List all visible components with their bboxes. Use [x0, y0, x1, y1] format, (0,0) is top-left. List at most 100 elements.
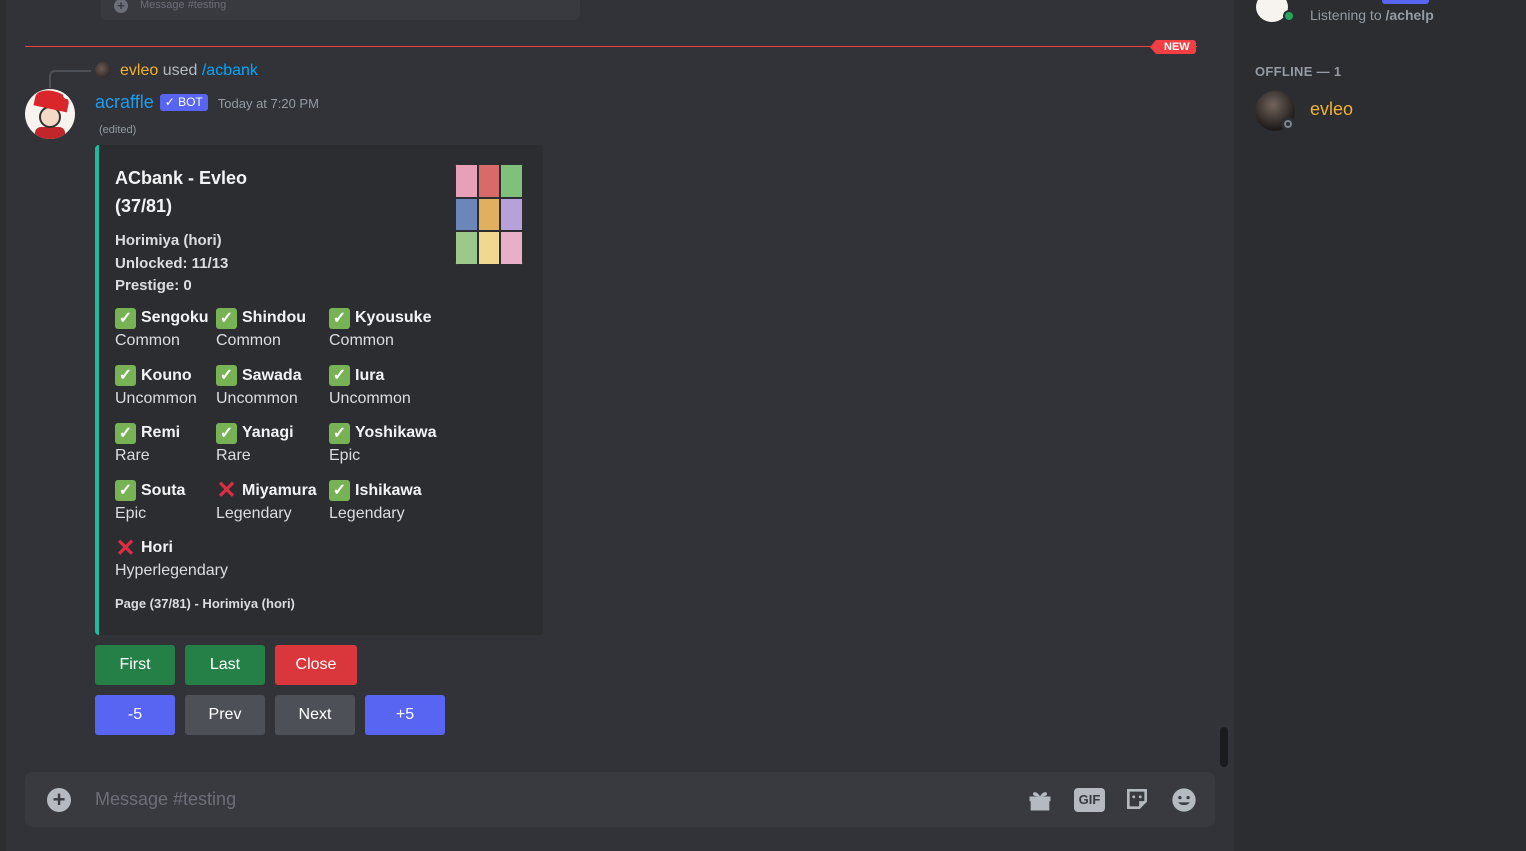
reply-used-text: used: [162, 62, 198, 79]
last-button[interactable]: Last: [185, 645, 265, 685]
check-icon: ✓: [329, 422, 350, 444]
embed-footer: Page (37/81) - Horimiya (hori): [115, 596, 295, 611]
command-reply-line: evleo used /acbank: [120, 61, 258, 81]
emoji-icon[interactable]: [1170, 786, 1198, 814]
edited-label: (edited): [99, 124, 137, 136]
online-status-icon: [1283, 10, 1295, 22]
new-messages-divider: [25, 46, 1197, 47]
character-name: Kyousuke: [355, 309, 432, 326]
character-entry: ✓ Kouno Uncommon: [115, 365, 230, 408]
character-entry: ✓ Remi Rare: [115, 422, 230, 465]
gift-icon[interactable]: [1026, 786, 1054, 814]
author-name[interactable]: acraffle: [95, 91, 154, 113]
character-name: Shindou: [242, 309, 306, 326]
cross-icon: ✕: [216, 477, 237, 504]
embed-thumbnail[interactable]: [455, 164, 523, 265]
reply-spine: [49, 70, 91, 88]
check-icon: ✓: [329, 307, 350, 329]
character-entry: ✓ Iura Uncommon: [329, 365, 444, 408]
character-rarity: Common: [115, 332, 180, 349]
reply-username[interactable]: evleo: [120, 62, 158, 79]
check-icon: ✓: [115, 480, 136, 501]
character-name: Souta: [141, 481, 186, 499]
message-input[interactable]: Message #testing: [95, 789, 236, 810]
chat-area: + Message #testing NEW evleo used /acban…: [0, 0, 1234, 851]
member-activity: Listening to /achelp: [1310, 7, 1434, 23]
embed: ACbank - Evleo (37/81) Horimiya (hori) U…: [95, 145, 543, 635]
reply-avatar[interactable]: [95, 62, 111, 78]
character-entry: ✕ Hori Hyperlegendary: [115, 534, 230, 580]
offline-header: OFFLINE — 1: [1255, 64, 1342, 79]
previous-message-input[interactable]: + Message #testing: [101, 0, 580, 20]
character-entry: ✓ Sawada Uncommon: [216, 365, 331, 408]
character-entry: ✓ Yoshikawa Epic: [329, 422, 444, 465]
character-entry: ✕ Miyamura Legendary: [216, 477, 331, 523]
check-icon: ✓: [115, 307, 136, 329]
character-rarity: Common: [329, 332, 394, 349]
embed-info: Horimiya (hori) Unlocked: 11/13 Prestige…: [115, 230, 228, 298]
series-name: Horimiya (hori): [115, 232, 222, 249]
character-name: Miyamura: [242, 481, 317, 499]
character-rarity: Uncommon: [329, 389, 411, 407]
character-rarity: Hyperlegendary: [115, 562, 228, 579]
bot-badge: ✓ BOT: [159, 93, 208, 111]
character-entry: ✓ Sengoku Common: [115, 307, 230, 350]
character-name: Hori: [141, 539, 173, 556]
new-badge: NEW: [1150, 40, 1196, 54]
character-entry: ✓ Souta Epic: [115, 480, 230, 523]
unlocked-count: Unlocked: 11/13: [115, 254, 229, 272]
add-icon[interactable]: +: [114, 0, 128, 13]
check-icon: ✓: [216, 307, 237, 329]
check-icon: ✓: [216, 422, 237, 444]
prestige-value: Prestige: 0: [115, 277, 192, 294]
character-rarity: Legendary: [216, 504, 292, 522]
character-name: Yoshikawa: [355, 424, 437, 441]
add-icon[interactable]: +: [47, 788, 71, 812]
first-button[interactable]: First: [95, 645, 175, 685]
character-rarity: Epic: [329, 447, 361, 464]
character-name: Kouno: [141, 366, 192, 384]
embed-title: ACbank - Evleo (37/81): [115, 168, 248, 216]
message-header: acraffle ✓ BOT Today at 7:20 PM: [95, 91, 319, 113]
plus-five-button[interactable]: +5: [365, 695, 445, 735]
next-button[interactable]: Next: [275, 695, 355, 735]
scrollbar-thumb[interactable]: [1220, 727, 1228, 767]
offline-member-name[interactable]: evleo: [1310, 99, 1353, 120]
check-icon: ✓: [115, 365, 136, 386]
prev-button[interactable]: Prev: [185, 695, 265, 735]
character-rarity: Epic: [115, 504, 147, 522]
message-composer[interactable]: + Message #testing GIF: [25, 772, 1215, 827]
check-icon: ✓: [329, 480, 350, 501]
character-entry: ✓ Ishikawa Legendary: [329, 480, 444, 523]
previous-input-placeholder: Message #testing: [140, 0, 227, 11]
cross-icon: ✕: [115, 534, 136, 562]
minus-five-button[interactable]: -5: [95, 695, 175, 735]
character-rarity: Uncommon: [115, 389, 197, 407]
character-rarity: Rare: [216, 447, 251, 464]
offline-status-icon: [1281, 117, 1295, 131]
character-rarity: Common: [216, 332, 281, 349]
character-entry: ✓ Kyousuke Common: [329, 307, 444, 350]
character-name: Yanagi: [242, 424, 294, 441]
check-icon: ✓: [115, 422, 136, 444]
check-icon: ✓: [216, 365, 237, 386]
timestamp[interactable]: Today at 7:20 PM: [218, 96, 319, 111]
character-name: Iura: [355, 366, 385, 384]
character-name: Remi: [141, 424, 181, 441]
character-entry: ✓ Yanagi Rare: [216, 422, 331, 465]
character-rarity: Uncommon: [216, 389, 298, 407]
character-name: Sawada: [242, 366, 302, 384]
check-icon: ✓: [329, 365, 350, 386]
sticker-icon[interactable]: [1123, 786, 1151, 814]
character-rarity: Rare: [115, 447, 150, 464]
member-bot-badge: [1382, 0, 1429, 4]
gif-icon[interactable]: GIF: [1074, 788, 1105, 812]
character-entry: ✓ Shindou Common: [216, 307, 331, 350]
close-button[interactable]: Close: [275, 645, 357, 685]
character-name: Ishikawa: [355, 481, 422, 499]
avatar[interactable]: [25, 89, 75, 139]
guild-sidebar-edge: [0, 0, 6, 851]
character-name: Sengoku: [141, 309, 209, 326]
character-rarity: Legendary: [329, 504, 405, 522]
reply-command[interactable]: /acbank: [202, 62, 258, 79]
